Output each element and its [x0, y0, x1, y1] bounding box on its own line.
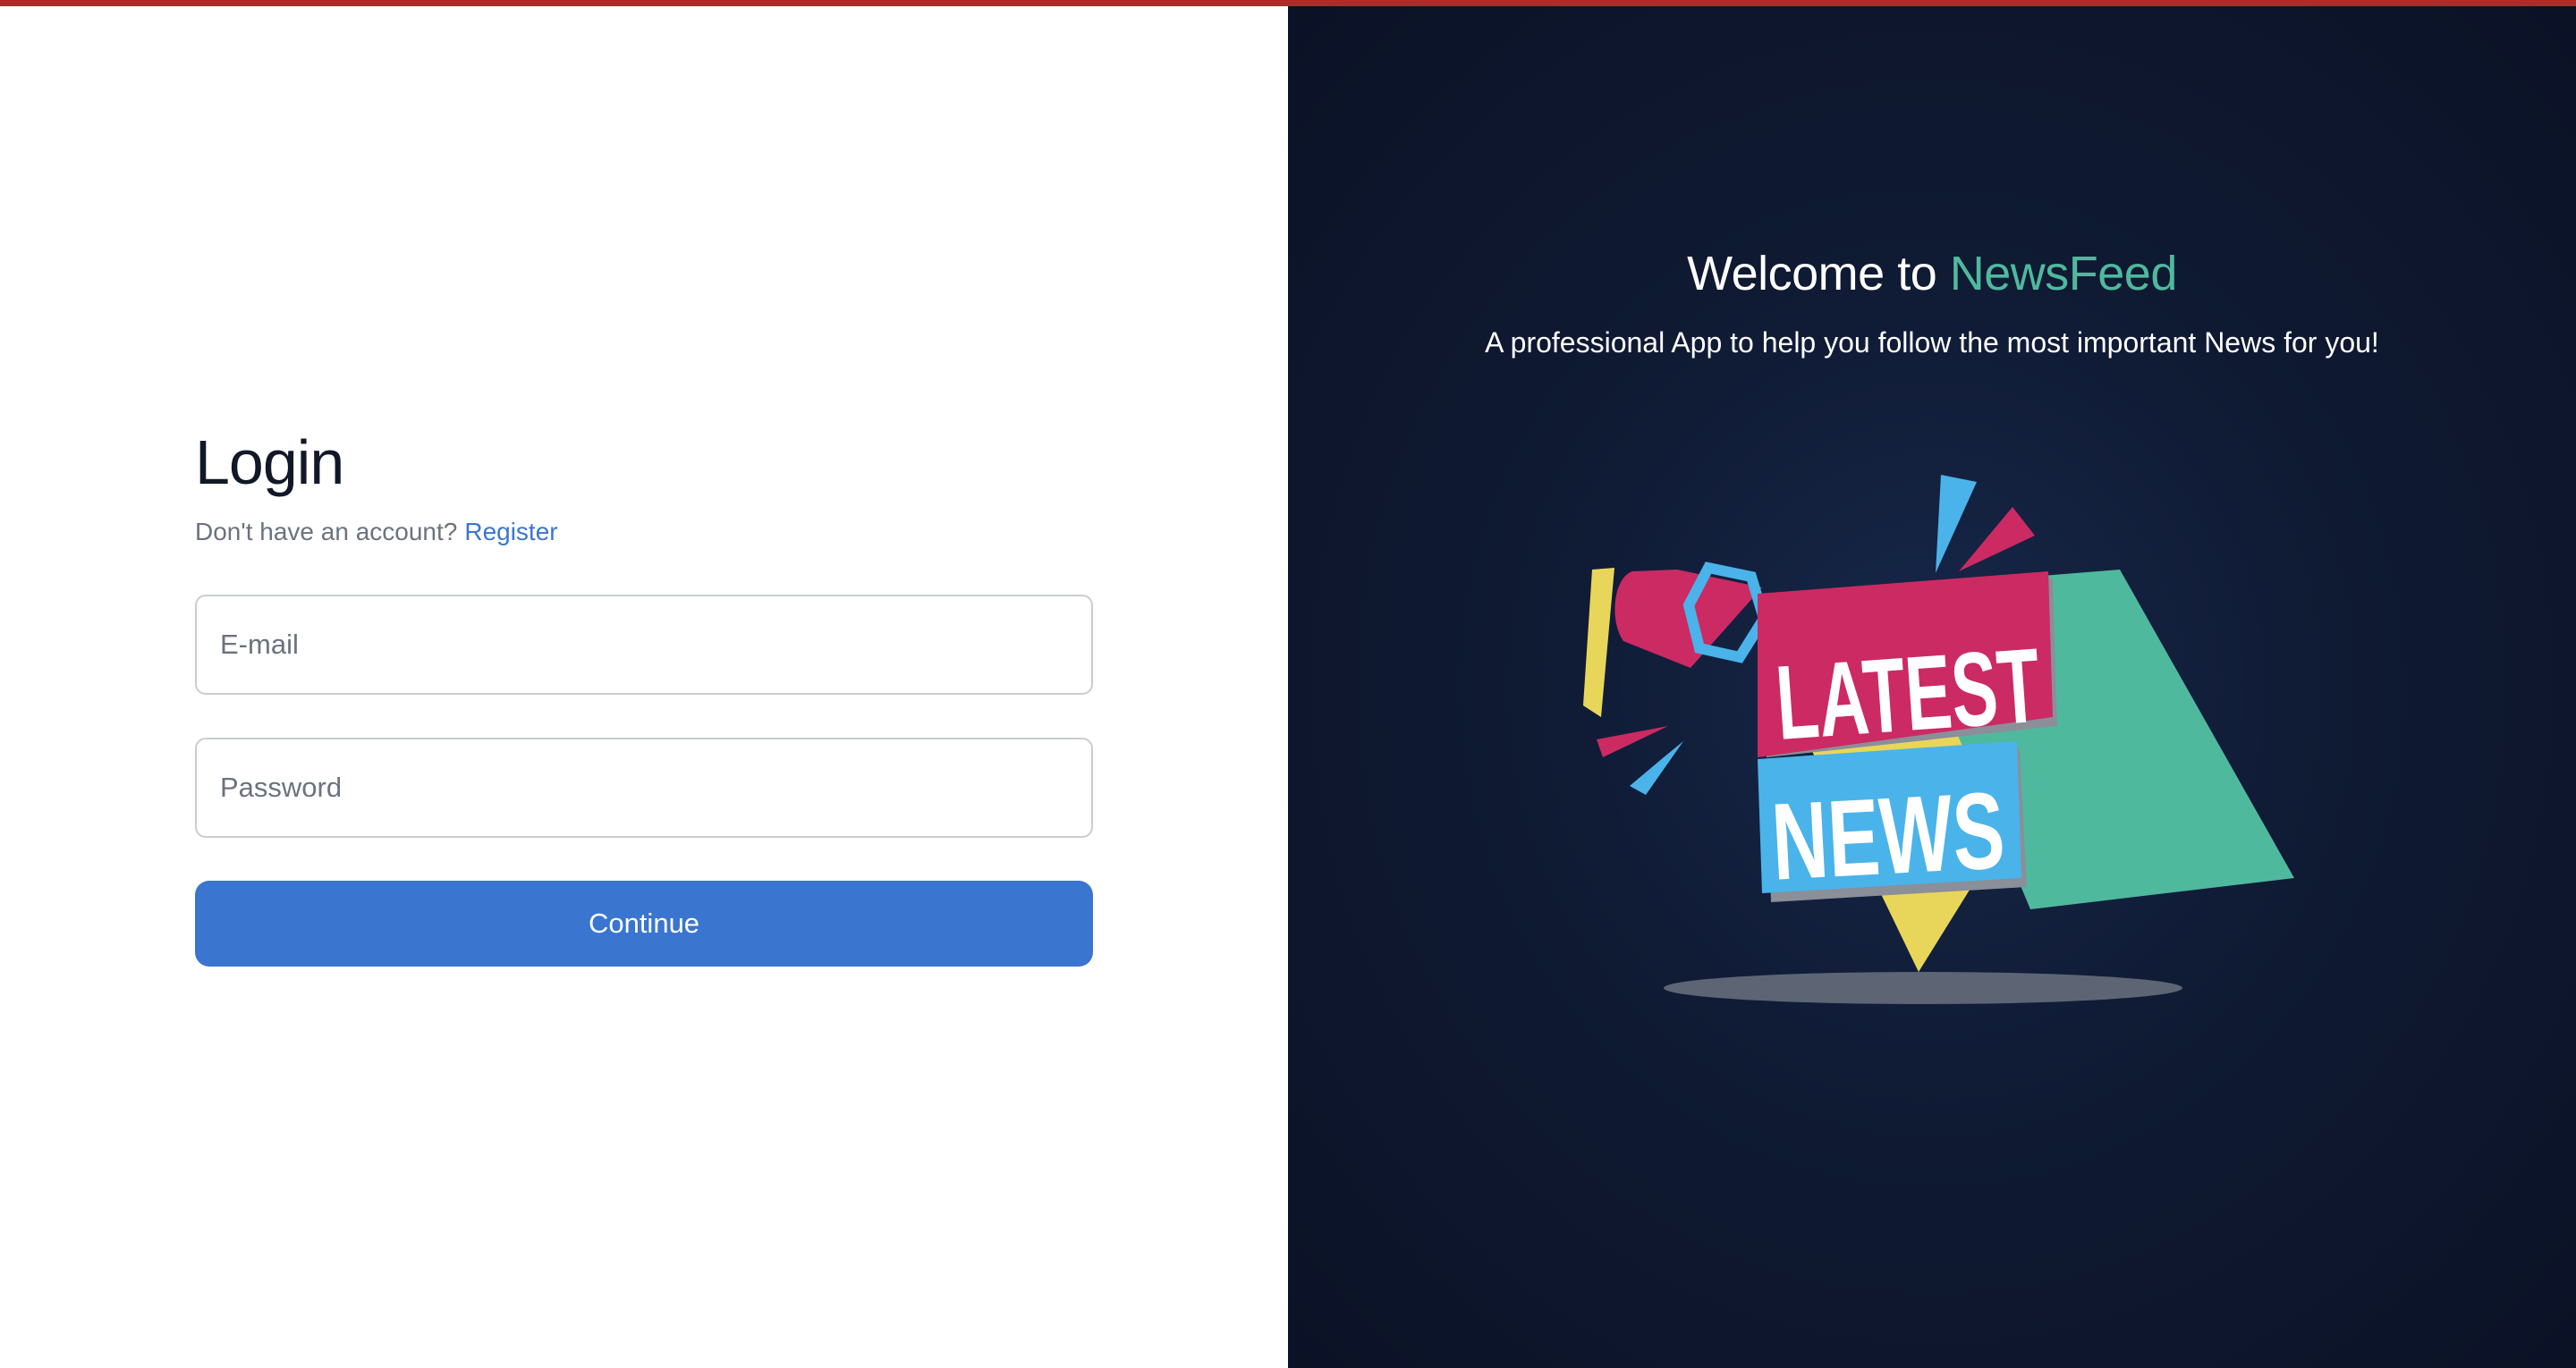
brand-name: NewsFeed [1949, 247, 2178, 300]
welcome-prefix: Welcome to [1687, 247, 1937, 300]
welcome-heading: Welcome to NewsFeed [1288, 246, 2576, 301]
register-prompt: Don't have an account? Register [195, 514, 1093, 550]
tagline: A professional App to help you follow th… [1485, 326, 2379, 359]
login-form: Login Don't have an account?Register Con… [195, 419, 1093, 967]
no-account-text: Don't have an account? [195, 518, 458, 545]
latest-news-megaphone-illustration: LATEST NEWS [1583, 475, 2294, 1004]
burst-pink-left [1597, 726, 1668, 757]
yellow-strip-shape [1583, 568, 1614, 717]
burst-blue-left [1630, 741, 1683, 795]
login-title: Login [195, 427, 344, 497]
hero-panel: Welcome to NewsFeed A professional App t… [1288, 6, 2576, 1368]
email-field[interactable] [195, 595, 1093, 695]
burst-pink-top [1959, 507, 2035, 571]
news-banner-text: NEWS [1769, 769, 2008, 902]
register-link[interactable]: Register [464, 518, 557, 545]
illustration-shadow [1664, 972, 2182, 1004]
login-panel: Login Don't have an account?Register Con… [0, 6, 1288, 1368]
continue-button[interactable]: Continue [195, 881, 1093, 967]
password-field[interactable] [195, 738, 1093, 838]
login-page: Login Don't have an account?Register Con… [0, 0, 2576, 1368]
